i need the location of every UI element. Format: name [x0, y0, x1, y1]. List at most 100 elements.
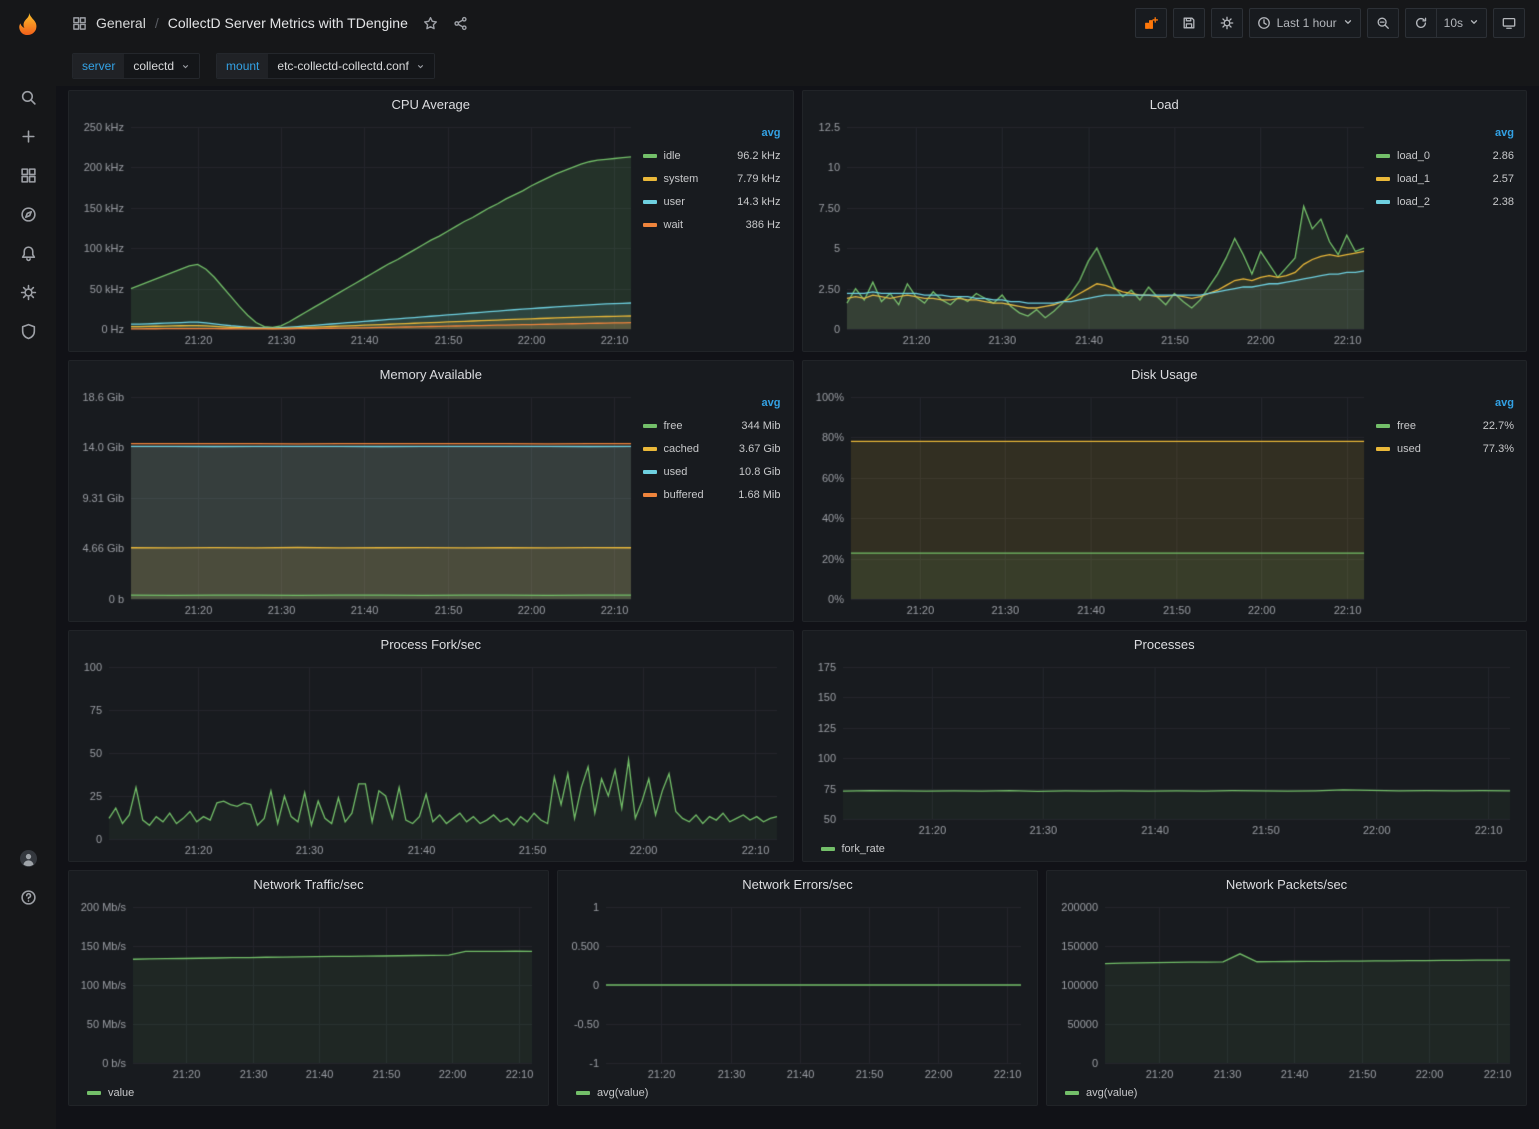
gear-icon [1220, 16, 1234, 30]
load-chart[interactable] [809, 117, 1375, 349]
help-icon [20, 889, 37, 906]
processes-legend: fork_rate [809, 839, 1521, 859]
load-legend: avgload_02.86load_12.57load_22.38 [1374, 117, 1520, 349]
disk-usage-chart[interactable] [809, 387, 1375, 619]
legend-item-avg-value-[interactable]: avg(value) [1065, 1082, 1137, 1105]
legend-item-wait[interactable]: wait386 Hz [643, 213, 781, 236]
panel-title[interactable]: Network Packets/sec [1047, 871, 1526, 897]
legend-series-name: cached [664, 443, 699, 455]
panel-disk-usage: Disk Usage avgfree22.7%used77.3% [802, 360, 1528, 622]
legend-swatch [576, 1091, 590, 1095]
dashboards-grid-icon [20, 167, 37, 184]
legend-series-value: 2.57 [1493, 173, 1514, 185]
legend-item-load_1[interactable]: load_12.57 [1376, 167, 1514, 190]
sidebar-item-dashboards[interactable] [0, 156, 56, 195]
share-dashboard-button[interactable] [453, 16, 468, 31]
legend-swatch [643, 470, 657, 474]
breadcrumb-folder[interactable]: General [96, 15, 146, 31]
legend-swatch [643, 154, 657, 158]
legend-series-name: idle [664, 150, 681, 162]
chevron-down-icon [181, 62, 190, 71]
legend-item-system[interactable]: system7.79 kHz [643, 167, 781, 190]
legend-series-value: 344 Mib [741, 420, 780, 432]
variable-server-value: collectd [133, 59, 174, 73]
process-fork-chart[interactable] [75, 657, 787, 859]
legend-series-name: avg(value) [597, 1087, 648, 1099]
sidebar-item-search[interactable] [0, 78, 56, 117]
network-packets-chart[interactable] [1053, 897, 1520, 1083]
cpu-average-chart[interactable] [75, 117, 641, 349]
legend-item-free[interactable]: free22.7% [1376, 414, 1514, 437]
variable-server-dropdown[interactable]: collectd [124, 54, 199, 78]
legend-item-buffered[interactable]: buffered1.68 Mib [643, 483, 781, 506]
grafana-logo[interactable] [0, 0, 56, 52]
legend-item-avg-value-[interactable]: avg(value) [576, 1082, 648, 1105]
panel-title[interactable]: Memory Available [69, 361, 793, 387]
panel-title[interactable]: Disk Usage [803, 361, 1527, 387]
panel-title[interactable]: Network Errors/sec [558, 871, 1037, 897]
cycle-view-mode-button[interactable] [1493, 8, 1525, 38]
zoom-out-button[interactable] [1367, 8, 1399, 38]
dashboard-settings-button[interactable] [1211, 8, 1243, 38]
network-errors-chart[interactable] [564, 897, 1031, 1083]
refresh-interval-dropdown[interactable]: 10s [1437, 8, 1487, 38]
legend-item-used[interactable]: used10.8 Gib [643, 460, 781, 483]
legend-item-load_2[interactable]: load_22.38 [1376, 190, 1514, 213]
panel-title[interactable]: Network Traffic/sec [69, 871, 548, 897]
legend-series-value: 7.79 kHz [737, 173, 780, 185]
variable-mount-dropdown[interactable]: etc-collectd-collectd.conf [268, 54, 433, 78]
legend-item-free[interactable]: free344 Mib [643, 414, 781, 437]
sidebar-bottom [0, 839, 56, 917]
legend-series-name: used [664, 466, 688, 478]
star-dashboard-button[interactable] [423, 16, 438, 31]
memory-available-chart[interactable] [75, 387, 641, 619]
save-icon [1182, 16, 1196, 30]
legend-swatch [643, 424, 657, 428]
add-panel-button[interactable] [1135, 8, 1167, 38]
legend-item-fork_rate[interactable]: fork_rate [821, 838, 885, 861]
sidebar-item-configuration[interactable] [0, 273, 56, 312]
panel-title[interactable]: CPU Average [69, 91, 793, 117]
clock-icon [1257, 16, 1271, 30]
legend-item-value[interactable]: value [87, 1082, 134, 1105]
breadcrumb-separator: / [155, 15, 159, 31]
save-dashboard-button[interactable] [1173, 8, 1205, 38]
legend-item-idle[interactable]: idle96.2 kHz [643, 144, 781, 167]
sidebar-item-user-profile[interactable] [0, 839, 56, 878]
dashboard-icon [72, 16, 87, 31]
time-range-picker[interactable]: Last 1 hour [1249, 8, 1361, 38]
sidebar-item-server-admin[interactable] [0, 312, 56, 351]
sidebar-item-explore[interactable] [0, 195, 56, 234]
dashboard-grid: CPU Average avg idle96.2 kHzsystem7.79 kH… [56, 86, 1539, 1129]
processes-chart[interactable] [809, 657, 1521, 839]
sidebar-item-create[interactable] [0, 117, 56, 156]
legend-series-value: 3.67 Gib [739, 443, 781, 455]
disk-usage-legend: avgfree22.7%used77.3% [1374, 387, 1520, 619]
panel-cpu-average: CPU Average avg idle96.2 kHzsystem7.79 kH… [68, 90, 794, 352]
legend-item-load_0[interactable]: load_02.86 [1376, 144, 1514, 167]
panel-title[interactable]: Processes [803, 631, 1527, 657]
legend-item-used[interactable]: used77.3% [1376, 437, 1514, 460]
legend-swatch [1065, 1091, 1079, 1095]
legend-swatch [643, 223, 657, 227]
panel-title[interactable]: Load [803, 91, 1527, 117]
network-traffic-chart[interactable] [75, 897, 542, 1083]
chevron-down-icon [1343, 16, 1353, 30]
legend-swatch [1376, 200, 1390, 204]
chevron-down-icon [1469, 16, 1479, 30]
time-range-label: Last 1 hour [1277, 16, 1337, 30]
dashboard-title: CollectD Server Metrics with TDengine [168, 15, 408, 31]
sidebar-item-alerting[interactable] [0, 234, 56, 273]
refresh-icon [1414, 16, 1428, 30]
network-packets-legend: avg(value) [1053, 1083, 1520, 1103]
legend-swatch [821, 847, 835, 851]
legend-item-cached[interactable]: cached 3.67 Gib [643, 437, 781, 460]
variable-server: server collectd [72, 53, 200, 79]
legend-item-user[interactable]: user14.3 kHz [643, 190, 781, 213]
panel-title[interactable]: Process Fork/sec [69, 631, 793, 657]
legend-header-avg: avg [643, 127, 781, 139]
refresh-button[interactable] [1405, 8, 1437, 38]
chevron-down-icon [416, 62, 425, 71]
share-icon [453, 16, 468, 31]
sidebar-item-help[interactable] [0, 878, 56, 917]
